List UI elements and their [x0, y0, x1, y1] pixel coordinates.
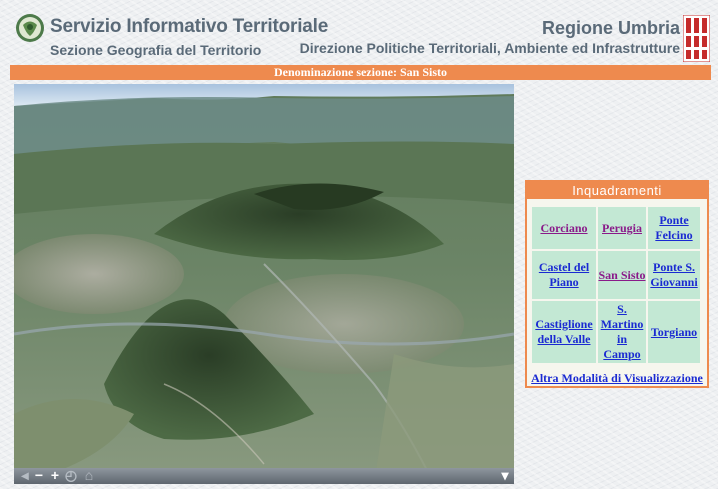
regione-umbria-logo-icon	[683, 15, 710, 62]
grid-cell: Castiglione della Valle	[532, 301, 596, 363]
reset-view-icon[interactable]: ⌂	[82, 468, 96, 484]
location-link-san-sisto[interactable]: San Sisto	[598, 268, 645, 282]
grid-cell: Perugia	[598, 207, 646, 249]
panel-title: Inquadramenti	[527, 182, 707, 199]
alternate-view-link[interactable]: Altra Modalità di Visualizzazione	[527, 371, 707, 386]
map-toolbar: ◂ − + ◴ ⌂ ▾	[14, 468, 514, 484]
section-name-bar: Denominazione sezione: San Sisto	[10, 65, 711, 80]
zoom-in-icon[interactable]: +	[48, 468, 62, 484]
grid-cell: San Sisto	[598, 251, 646, 299]
location-link-corciano[interactable]: Corciano	[540, 221, 587, 235]
region-title: Regione Umbria	[541, 18, 680, 38]
pan-left-icon[interactable]: ◂	[18, 468, 32, 484]
grid-cell: S. Martino in Campo	[598, 301, 646, 363]
aerial-map-view[interactable]: ◂ − + ◴ ⌂ ▾	[14, 84, 514, 484]
region-subtitle: Direzione Politiche Territoriali, Ambien…	[299, 40, 680, 56]
grid-cell: Torgiano	[648, 301, 700, 363]
site-subtitle: Sezione Geografia del Territorio	[50, 42, 262, 58]
location-link-perugia[interactable]: Perugia	[602, 221, 642, 235]
sit-logo-icon	[16, 14, 44, 42]
site-title: Servizio Informativo Territoriale	[50, 16, 329, 37]
map-menu-dropdown-icon[interactable]: ▾	[498, 468, 512, 484]
location-grid: Corciano Perugia Ponte Felcino Castel de…	[530, 205, 702, 365]
rotate-icon[interactable]: ◴	[64, 468, 78, 484]
inquadramenti-panel: Inquadramenti Corciano Perugia Ponte Fel…	[525, 180, 709, 388]
grid-cell: Castel del Piano	[532, 251, 596, 299]
grid-cell: Ponte S. Giovanni	[648, 251, 700, 299]
location-link-castiglione-della-valle[interactable]: Castiglione della Valle	[535, 317, 592, 346]
location-link-ponte-s-giovanni[interactable]: Ponte S. Giovanni	[650, 260, 697, 289]
grid-cell: Corciano	[532, 207, 596, 249]
terrain-image[interactable]	[14, 84, 514, 484]
location-link-s-martino-in-campo[interactable]: S. Martino in Campo	[601, 302, 644, 361]
location-link-torgiano[interactable]: Torgiano	[651, 325, 697, 339]
location-link-castel-del-piano[interactable]: Castel del Piano	[539, 260, 589, 289]
zoom-out-icon[interactable]: −	[32, 468, 46, 484]
location-link-ponte-felcino[interactable]: Ponte Felcino	[655, 213, 692, 242]
grid-cell: Ponte Felcino	[648, 207, 700, 249]
page-header: Servizio Informativo Territoriale Sezion…	[0, 0, 718, 64]
